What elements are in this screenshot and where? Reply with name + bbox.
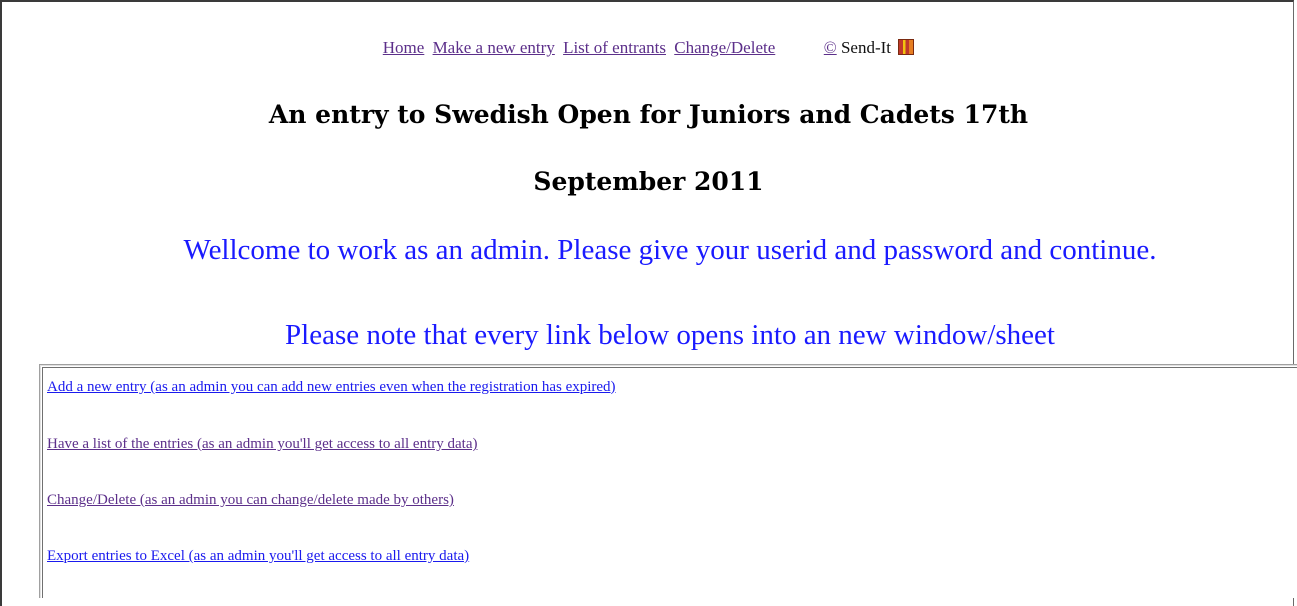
page-title-line-1: An entry to Swedish Open for Juniors and… (268, 100, 1029, 129)
admin-link-export-excel[interactable]: Export entries to Excel (as an admin you… (47, 548, 469, 565)
nav-link-new-entry[interactable]: Make a new entry (433, 38, 555, 57)
admin-link-change-delete[interactable]: Change/Delete (as an admin you can chang… (47, 492, 454, 509)
copyright-symbol[interactable]: © (824, 38, 837, 57)
nav-link-list-of-entrants[interactable]: List of entrants (563, 38, 666, 57)
flag-logo-icon (898, 39, 915, 55)
top-navigation: Home Make a new entry List of entrants C… (0, 38, 1297, 58)
admin-links-frame: Add a new entry (as an admin you can add… (39, 364, 1297, 598)
admin-link-add-entry[interactable]: Add a new entry (as an admin you can add… (47, 379, 616, 396)
welcome-message: Wellcome to work as an admin. Please giv… (183, 234, 1157, 266)
nav-link-change-delete[interactable]: Change/Delete (674, 38, 775, 57)
copyright-notice: © Send-It (824, 38, 891, 57)
copyright-text: Send-It (836, 38, 891, 57)
admin-links-inner: Add a new entry (as an admin you can add… (42, 367, 1297, 598)
nav-link-home[interactable]: Home (383, 38, 425, 57)
new-window-note: Please note that every link below opens … (285, 319, 1055, 351)
admin-link-list-entries[interactable]: Have a list of the entries (as an admin … (47, 436, 477, 453)
page-title-line-2: September 2011 (533, 167, 764, 196)
